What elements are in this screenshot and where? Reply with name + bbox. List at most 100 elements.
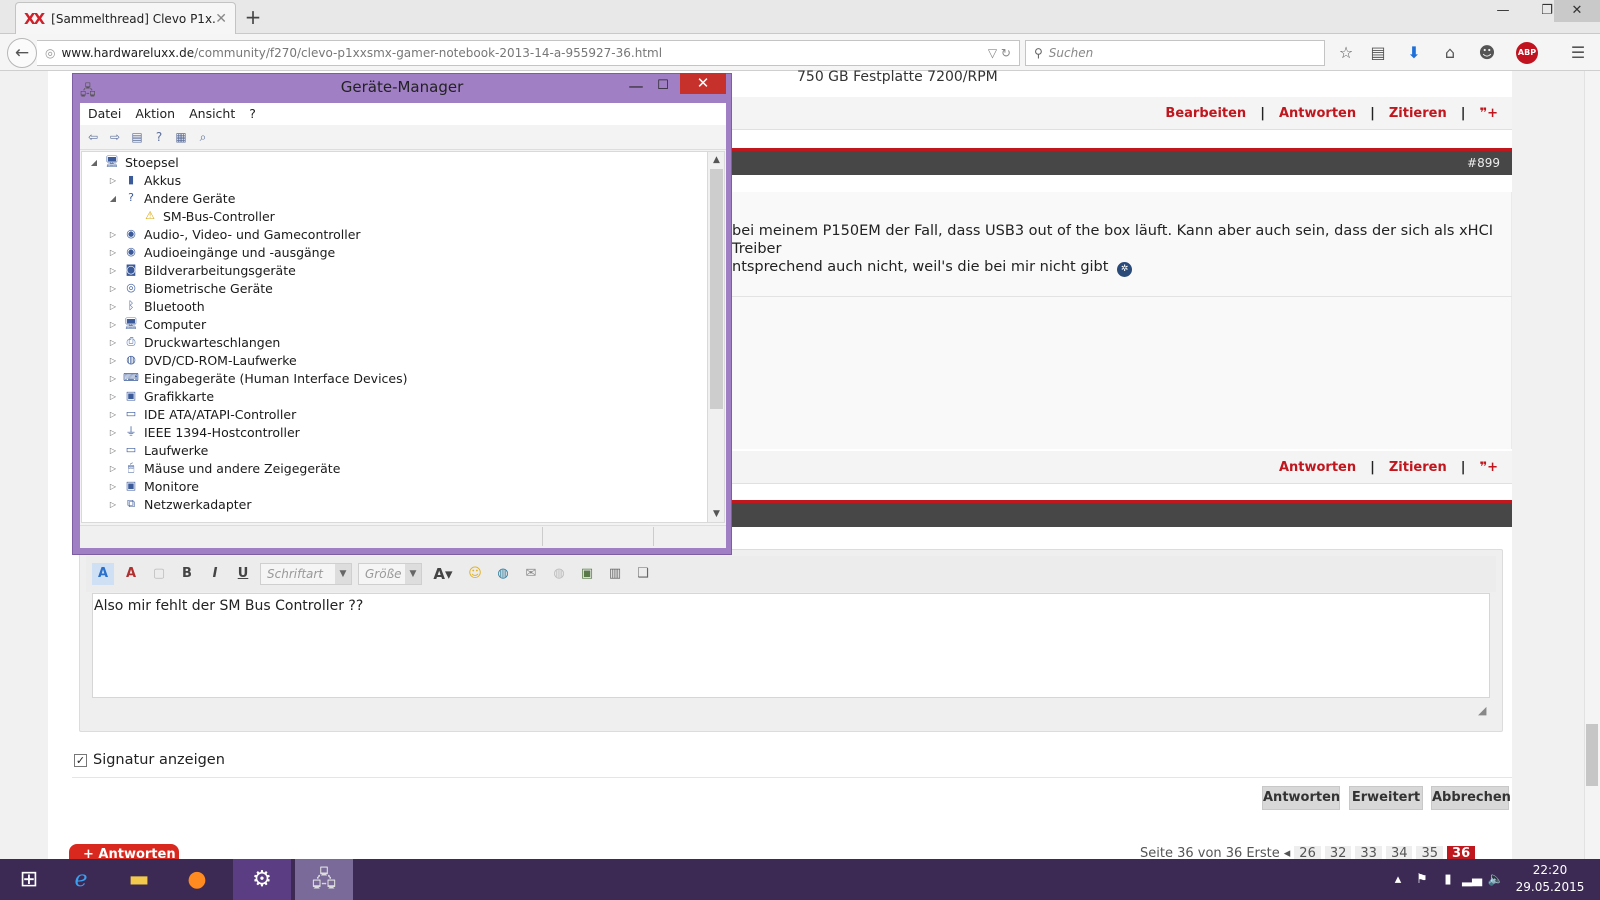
scroll-up-icon[interactable]: ▲ [710,153,723,167]
minimize-icon[interactable]: — [623,76,649,96]
properties-icon[interactable]: ▦ [172,130,190,144]
scroll-down-icon[interactable]: ▼ [710,507,723,521]
text-color-icon[interactable]: A▾ [428,563,458,585]
collapsed-arrow-icon[interactable]: ▷ [107,410,119,419]
quote-icon[interactable]: ❑ [632,563,654,585]
unlink-icon[interactable]: ◍ [548,563,570,585]
collapsed-arrow-icon[interactable]: ▷ [107,302,119,311]
system-clock[interactable]: 22:20 29.05.2015 [1502,862,1598,896]
close-icon[interactable]: ✕ [680,73,726,94]
menu-ansicht[interactable]: Ansicht [189,103,235,125]
device-manager-taskbar-icon[interactable]: 🖧 [295,859,353,900]
image-icon[interactable]: ▣ [576,563,598,585]
tree-item[interactable]: ▷ ⌨ Eingabegeräte (Human Interface Devices… [107,369,408,387]
chat-icon[interactable]: ☻ [1475,42,1499,64]
tree-item[interactable]: ⚠ SM-Bus-Controller [126,207,275,225]
device-manager-app-icon[interactable]: 🖧 [80,80,98,99]
collapsed-arrow-icon[interactable]: ▷ [107,446,119,455]
smilies-icon[interactable]: ☺ [464,563,486,585]
collapsed-arrow-icon[interactable]: ▷ [107,320,119,329]
quote-button[interactable]: Zitieren [1389,460,1447,475]
expanded-arrow-icon[interactable]: ◢ [107,194,119,203]
collapsed-arrow-icon[interactable]: ▷ [107,428,119,437]
tree-item[interactable]: ▷ ▭ Laufwerke [107,441,208,459]
reply-button[interactable]: Antworten [1279,460,1356,475]
tree-item[interactable]: ▷ 🖥 Computer [107,315,206,333]
wysiwyg-toggle-icon[interactable]: A [92,563,114,585]
resize-grip-icon[interactable]: ◢ [1478,704,1492,718]
url-bar[interactable]: ◎ www.hardwareluxx.de /community/f270/cl… [37,40,1020,66]
maximize-icon[interactable]: ☐ [650,76,676,96]
browser-minimize-icon[interactable]: — [1480,0,1526,22]
underline-icon[interactable]: U [232,563,254,585]
internet-explorer-icon[interactable]: ℯ [52,859,110,900]
collapsed-arrow-icon[interactable]: ▷ [107,176,119,185]
bookmark-star-icon[interactable]: ☆ [1334,42,1358,64]
tree-item[interactable]: ▷ 🖱 Mäuse und andere Zeigegeräte [107,459,340,477]
site-identity-icon[interactable]: ◎ [45,46,55,60]
network-signal-icon[interactable]: ▂▄ [1462,870,1482,890]
tree-item[interactable]: ▷ ᛒ Bluetooth [107,297,205,315]
page-scrollbar-thumb[interactable] [1586,724,1598,786]
tree-item[interactable]: ◢? Andere Geräte [107,189,235,207]
collapsed-arrow-icon[interactable]: ▷ [107,338,119,347]
collapsed-arrow-icon[interactable]: ▷ [107,248,119,257]
expanded-arrow-icon[interactable]: ◢ [88,158,100,167]
home-icon[interactable]: ⌂ [1438,42,1462,64]
size-select[interactable]: Größe ▼ [358,563,422,585]
advanced-button[interactable]: Erweitert [1349,786,1423,810]
paste-icon[interactable]: ▢ [148,563,170,585]
tree-item[interactable]: ▷ ◉ Audioeingänge und -ausgänge [107,243,335,261]
menu-hamburger-icon[interactable]: ☰ [1566,42,1590,64]
tree-item[interactable]: ◢ 🖥 Stoepsel [88,153,179,171]
email-icon[interactable]: ✉ [520,563,542,585]
search-bar[interactable]: ⚲ Suchen [1025,40,1325,66]
browser-close-icon[interactable]: ✕ [1554,0,1600,22]
settings-icon[interactable]: ⚙ [233,859,291,900]
action-center-flag-icon[interactable]: ⚑ [1412,870,1432,890]
adblock-plus-icon[interactable]: ABP [1516,42,1538,64]
collapsed-arrow-icon[interactable]: ▷ [107,500,119,509]
tree-item[interactable]: ▷ ◎ Biometrische Geräte [107,279,273,297]
show-hide-tree-icon[interactable]: ▤ [128,130,146,144]
collapsed-arrow-icon[interactable]: ▷ [107,482,119,491]
collapsed-arrow-icon[interactable]: ▷ [107,392,119,401]
firefox-icon[interactable]: ● [168,859,226,900]
tree-item[interactable]: ▷ ⏚ IEEE 1394-Hostcontroller [107,423,300,441]
italic-icon[interactable]: I [204,563,226,585]
multiquote-icon[interactable]: ❞+ [1479,460,1498,475]
signature-checkbox[interactable]: ✓ [74,753,87,767]
post-number[interactable]: #899 [1467,156,1500,170]
scan-hardware-icon[interactable]: ⌕ [194,130,212,145]
submit-reply-button[interactable]: Antworten [1262,786,1340,810]
multiquote-icon[interactable]: ❞+ [1479,106,1498,121]
new-tab-button[interactable]: + [240,4,266,30]
collapsed-arrow-icon[interactable]: ▷ [107,284,119,293]
bold-icon[interactable]: B [176,563,198,585]
message-textarea[interactable]: Also mir fehlt der SM Bus Controller ?? [92,593,1490,698]
back-arrow-icon[interactable]: ← [7,38,37,68]
signature-checkbox-row[interactable]: ✓ Signatur anzeigen [74,752,225,768]
help-icon[interactable]: ? [150,130,168,144]
collapsed-arrow-icon[interactable]: ▷ [107,230,119,239]
tree-item[interactable]: ▷ ⎙ Druckwarteschlangen [107,333,280,351]
tree-item[interactable]: ▷ ▣ Grafikkarte [107,387,214,405]
forward-icon[interactable]: ⇨ [106,130,124,144]
tree-item[interactable]: ▷ ◙ Bildverarbeitungsgeräte [107,261,296,279]
url-dropdown-icon[interactable]: ▽ ↻ [988,46,1011,60]
tree-item[interactable]: ▷ ▭ IDE ATA/ATAPI-Controller [107,405,296,423]
edit-button[interactable]: Bearbeiten [1165,106,1246,121]
back-icon[interactable]: ⇦ [84,130,102,144]
reading-list-icon[interactable]: ▤ [1366,42,1390,64]
link-icon[interactable]: ◍ [492,563,514,585]
tree-item[interactable]: ▷ ▣ Monitore [107,477,199,495]
reply-button[interactable]: Antworten [1279,106,1356,121]
tree-item[interactable]: ▷ ◉ Audio-, Video- und Gamecontroller [107,225,361,243]
collapsed-arrow-icon[interactable]: ▷ [107,356,119,365]
video-icon[interactable]: ▥ [604,563,626,585]
tree-item[interactable]: ▷ ▮ Akkus [107,171,181,189]
tray-overflow-icon[interactable]: ▴ [1388,870,1408,890]
menu-aktion[interactable]: Aktion [135,103,175,125]
tab-close-icon[interactable]: ✕ [215,11,227,27]
file-explorer-icon[interactable]: ▬ [110,859,168,900]
